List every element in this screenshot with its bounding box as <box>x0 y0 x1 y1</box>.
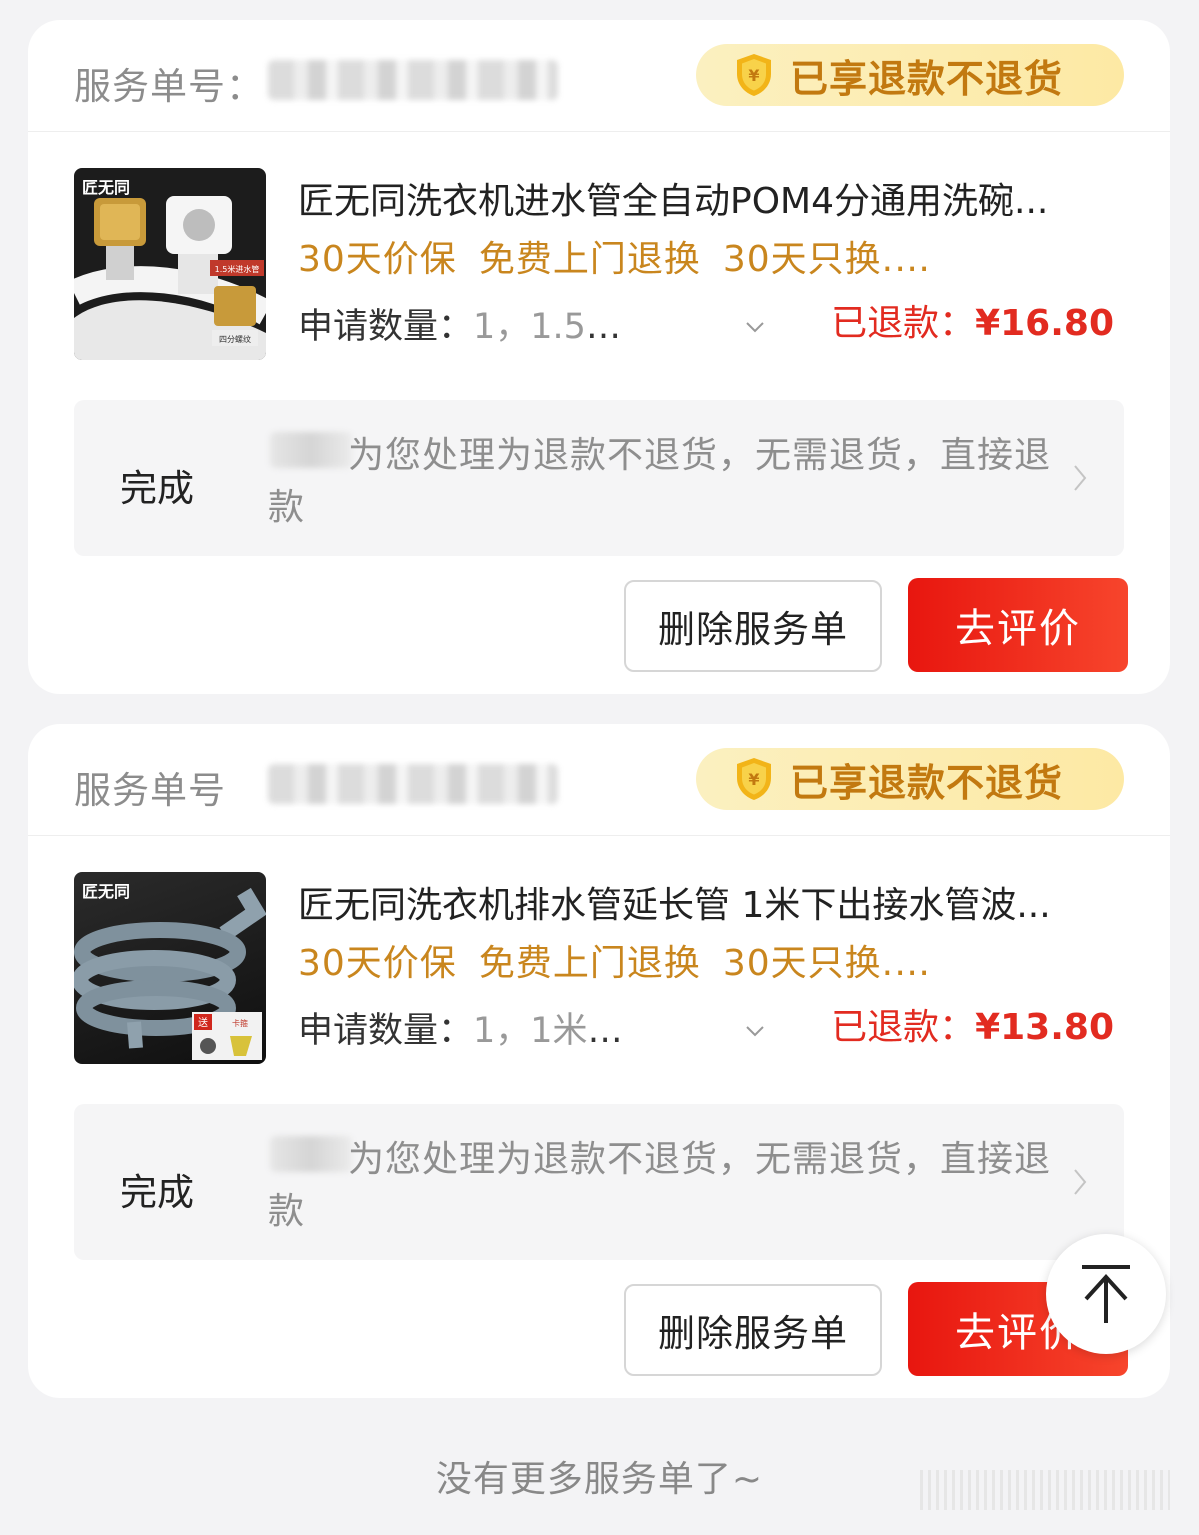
refund-amount: 已退款：¥16.80 <box>831 294 1114 346</box>
service-number-redacted <box>268 764 558 804</box>
tag-price-protection: 30天价保 <box>298 943 457 984</box>
product-row[interactable]: 匠无同 送 卡箍 匠无同洗衣机排水管延长管 1米下出接水管波... 30天价保 … <box>74 872 1124 1066</box>
quantity-value: 1，1.5米... <box>473 307 648 347</box>
status-message: 为您处理为退款不退货，无需退货，直接退款 <box>268 435 1052 528</box>
badge-text: 已享退款不退货 <box>790 760 1064 805</box>
quantity-info: 申请数量：1，1米洗... <box>298 1002 648 1053</box>
tag-exchange-only: 30天只换... <box>722 239 919 280</box>
status-row[interactable]: 完成 为您处理为退款不退货，无需退货，直接退款 <box>74 400 1124 556</box>
watermark <box>920 1470 1170 1510</box>
refund-amount: 已退款：¥13.80 <box>831 998 1114 1050</box>
delete-service-order-button[interactable]: 删除服务单 <box>624 1284 882 1376</box>
refund-label: 已退款： <box>831 303 976 344</box>
svg-text:卡箍: 卡箍 <box>232 1018 248 1028</box>
refund-no-return-badge: ¥ 已享退款不退货 <box>696 44 1124 106</box>
badge-text: 已享退款不退货 <box>790 56 1064 101</box>
shield-yen-icon: ¥ <box>734 52 774 98</box>
back-to-top-button[interactable] <box>1046 1234 1166 1354</box>
card-header: 服务单号： ¥ 已享退款不退货 <box>28 20 1170 132</box>
refund-label: 已退款： <box>831 1007 976 1048</box>
refund-value: ¥13.80 <box>975 1007 1114 1048</box>
delete-service-order-button[interactable]: 删除服务单 <box>624 580 882 672</box>
chevron-down-icon[interactable] <box>744 1020 766 1042</box>
arrow-up-to-top-icon <box>1082 1265 1130 1323</box>
chevron-right-icon[interactable] <box>1072 1166 1088 1198</box>
review-button[interactable]: 去评价 <box>908 578 1128 672</box>
service-tags: 30天价保 免费上门退换 30天只换... <box>298 934 938 986</box>
tag-free-pickup: 免费上门退换 <box>478 239 701 280</box>
tag-free-pickup: 免费上门退换 <box>478 943 701 984</box>
card-header: 服务单号 ¥ 已享退款不退货 <box>28 724 1170 836</box>
service-number-label: 服务单号： <box>74 65 264 108</box>
service-order-card: 服务单号 ¥ 已享退款不退货 匠无同 送 卡箍 匠无同洗衣机排水管延长管 1米下… <box>28 724 1170 1398</box>
svg-text:¥: ¥ <box>748 66 759 85</box>
product-row[interactable]: 匠无同 1.5米进水管 四分螺纹 匠无同洗衣机进水管全自动POM4分通用洗碗..… <box>74 168 1124 362</box>
chevron-right-icon[interactable] <box>1072 462 1088 494</box>
svg-text:¥: ¥ <box>748 770 759 789</box>
shield-yen-icon: ¥ <box>734 756 774 802</box>
tag-exchange-only: 30天只换... <box>722 943 919 984</box>
inlet-hose-illustration: 1.5米进水管 四分螺纹 <box>74 196 266 360</box>
status-message: 为您处理为退款不退货，无需退货，直接退款 <box>268 1139 1052 1232</box>
refund-value: ¥16.80 <box>975 303 1114 344</box>
product-title[interactable]: 匠无同洗衣机进水管全自动POM4分通用洗碗... <box>298 172 1098 224</box>
quantity-label: 申请数量： <box>298 1011 474 1051</box>
chevron-down-icon[interactable] <box>744 316 766 338</box>
product-title[interactable]: 匠无同洗衣机排水管延长管 1米下出接水管波... <box>298 876 1098 928</box>
product-thumbnail[interactable]: 匠无同 1.5米进水管 四分螺纹 <box>74 168 266 360</box>
svg-text:1.5米进水管: 1.5米进水管 <box>215 264 260 274</box>
product-thumbnail[interactable]: 匠无同 送 卡箍 <box>74 872 266 1064</box>
tag-price-protection: 30天价保 <box>298 239 457 280</box>
drain-hose-illustration: 送 卡箍 <box>74 887 266 1060</box>
service-number-label: 服务单号 <box>74 769 226 812</box>
quantity-info: 申请数量：1，1.5米... <box>298 298 648 349</box>
service-order-card: 服务单号： ¥ 已享退款不退货 匠无同 1.5米进水管 四分螺纹 匠无同洗衣机进… <box>28 20 1170 694</box>
status-row[interactable]: 完成 为您处理为退款不退货，无需退货，直接退款 <box>74 1104 1124 1260</box>
service-order-list: 服务单号： ¥ 已享退款不退货 匠无同 1.5米进水管 四分螺纹 匠无同洗衣机进… <box>0 0 1199 1535</box>
svg-text:送: 送 <box>198 1016 208 1029</box>
svg-text:四分螺纹: 四分螺纹 <box>219 334 251 344</box>
quantity-value: 1，1米洗... <box>473 1011 648 1051</box>
quantity-label: 申请数量： <box>298 307 474 347</box>
status-label: 完成 <box>120 467 194 510</box>
service-tags: 30天价保 免费上门退换 30天只换... <box>298 230 938 282</box>
service-number-redacted <box>268 60 558 100</box>
refund-no-return-badge: ¥ 已享退款不退货 <box>696 748 1124 810</box>
status-label: 完成 <box>120 1171 194 1214</box>
